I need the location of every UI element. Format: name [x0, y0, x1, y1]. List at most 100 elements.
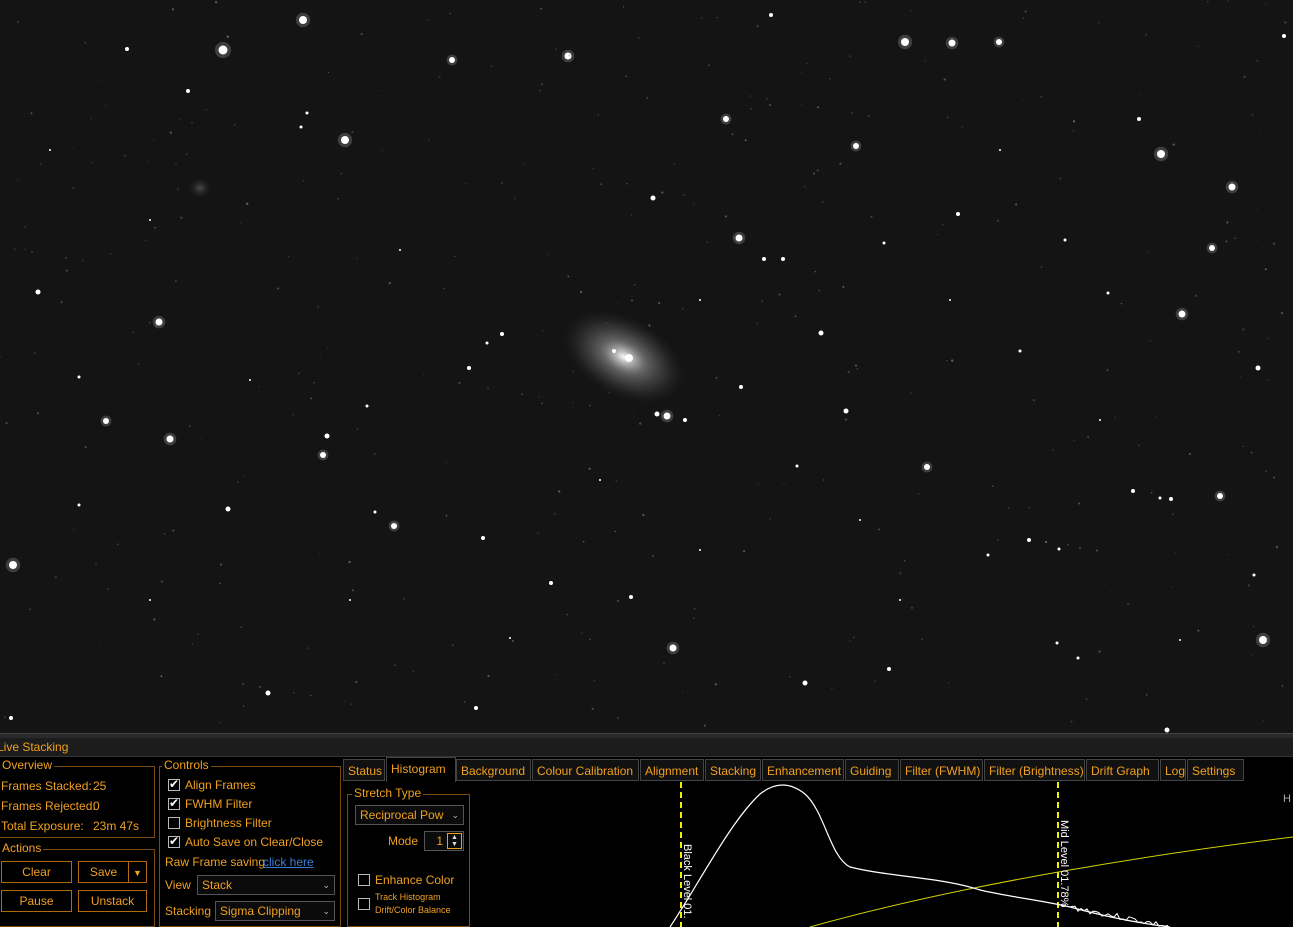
- noise-speck: [617, 600, 619, 602]
- noise-speck: [1262, 720, 1265, 722]
- noise-speck: [31, 251, 33, 254]
- noise-speck: [5, 422, 8, 425]
- noise-speck: [185, 153, 188, 156]
- noise-speck: [443, 287, 446, 290]
- tab-stacking[interactable]: Stacking: [705, 759, 761, 781]
- tab-drift-graph[interactable]: Drift Graph: [1086, 759, 1159, 781]
- stretch-type-select[interactable]: Reciprocal Pow ⌄: [355, 805, 464, 825]
- star: [948, 39, 956, 47]
- noise-speck: [310, 397, 313, 400]
- view-select[interactable]: Stack ⌄: [197, 875, 335, 895]
- noise-speck: [160, 580, 163, 583]
- auto-save-checkbox[interactable]: ✔: [168, 834, 180, 848]
- controls-group: Controls ✔ Align Frames ✔ FWHM Filter Br…: [159, 758, 341, 927]
- noise-speck: [348, 560, 351, 564]
- tab-enhancement[interactable]: Enhancement: [762, 759, 844, 781]
- noise-speck: [874, 680, 876, 682]
- noise-speck: [154, 324, 158, 327]
- noise-speck: [661, 191, 664, 194]
- noise-speck: [593, 679, 596, 682]
- stepper-arrows-icon[interactable]: ▲ ▼: [447, 833, 462, 849]
- star: [77, 375, 81, 379]
- noise-speck: [287, 256, 290, 258]
- checkmark-icon: ✔: [169, 796, 180, 810]
- noise-speck: [822, 479, 825, 481]
- noise-speck: [39, 162, 42, 165]
- noise-speck: [1155, 416, 1157, 418]
- noise-speck: [605, 322, 608, 324]
- star: [1217, 493, 1223, 499]
- noise-speck: [1226, 221, 1229, 224]
- align-frames-checkbox[interactable]: ✔: [168, 777, 180, 791]
- tab-settings[interactable]: Settings: [1187, 759, 1244, 781]
- star: [853, 143, 859, 149]
- mode-value: 1: [436, 834, 443, 848]
- pause-button[interactable]: Pause: [1, 890, 72, 912]
- noise-speck: [901, 597, 903, 600]
- tab-colour-calibration[interactable]: Colour Calibration: [532, 759, 639, 781]
- brightness-filter-checkbox[interactable]: [168, 817, 180, 829]
- noise-speck: [1044, 540, 1048, 544]
- noise-speck: [542, 329, 544, 332]
- noise-speck: [95, 562, 97, 565]
- noise-speck: [806, 62, 808, 65]
- star: [1158, 496, 1162, 500]
- noise-speck: [318, 552, 320, 554]
- noise-speck: [1197, 45, 1199, 47]
- star: [500, 332, 504, 336]
- stacking-select-value: Sigma Clipping: [220, 904, 301, 918]
- save-button[interactable]: Save: [78, 861, 129, 883]
- raw-frame-link[interactable]: click here: [263, 855, 314, 869]
- noise-speck: [17, 21, 19, 23]
- noise-speck: [816, 169, 819, 172]
- track-histogram-checkbox[interactable]: [358, 898, 370, 910]
- noise-speck: [23, 226, 26, 229]
- mode-stepper[interactable]: 1 ▲ ▼: [424, 831, 464, 851]
- noise-speck: [487, 675, 490, 678]
- tab-filter-fwhm[interactable]: Filter (FWHM): [900, 759, 983, 781]
- tab-log[interactable]: Log: [1160, 759, 1186, 781]
- noise-speck: [631, 299, 633, 302]
- frames-stacked-label: Frames Stacked:: [1, 779, 92, 793]
- galaxy: [562, 310, 686, 404]
- noise-speck: [936, 233, 938, 236]
- tab-status[interactable]: Status: [343, 759, 385, 781]
- noise-speck: [588, 638, 591, 641]
- noise-speck: [233, 123, 236, 127]
- noise-speck: [899, 572, 902, 575]
- noise-speck: [538, 396, 540, 398]
- star: [485, 341, 489, 345]
- noise-speck: [65, 257, 67, 259]
- star: [1099, 419, 1101, 421]
- noise-speck: [246, 202, 249, 205]
- noise-speck: [639, 422, 642, 425]
- noise-speck: [673, 163, 675, 165]
- tab-guiding[interactable]: Guiding: [845, 759, 899, 781]
- noise-speck: [317, 305, 319, 308]
- noise-speck: [1147, 251, 1150, 254]
- noise-speck: [800, 103, 802, 106]
- clear-button[interactable]: Clear: [1, 861, 72, 883]
- tab-filter-brightness[interactable]: Filter (Brightness): [984, 759, 1085, 781]
- unstack-button[interactable]: Unstack: [78, 890, 147, 912]
- enhance-color-checkbox[interactable]: [358, 874, 370, 886]
- noise-speck: [572, 402, 574, 404]
- fwhm-filter-checkbox[interactable]: ✔: [168, 796, 180, 810]
- tab-background[interactable]: Background: [456, 759, 531, 781]
- save-dropdown-button[interactable]: ▼: [128, 861, 147, 883]
- stacking-select[interactable]: Sigma Clipping ⌄: [215, 901, 335, 921]
- histogram-plot[interactable]: Black Level 01. Mid Level 01.78% H: [470, 782, 1293, 927]
- star: [769, 13, 773, 17]
- chevron-down-icon: ⌄: [322, 906, 330, 916]
- noise-speck: [217, 26, 219, 28]
- tab-histogram[interactable]: Histogram: [386, 757, 456, 782]
- noise-speck: [1228, 553, 1230, 555]
- noise-speck: [626, 182, 628, 185]
- noise-speck: [99, 645, 101, 647]
- star: [1179, 639, 1181, 641]
- tab-alignment[interactable]: Alignment: [640, 759, 704, 781]
- noise-speck: [910, 606, 914, 609]
- noise-speck: [29, 608, 31, 611]
- stack-image-view[interactable]: [0, 0, 1293, 733]
- chevron-down-icon: ⌄: [451, 810, 459, 820]
